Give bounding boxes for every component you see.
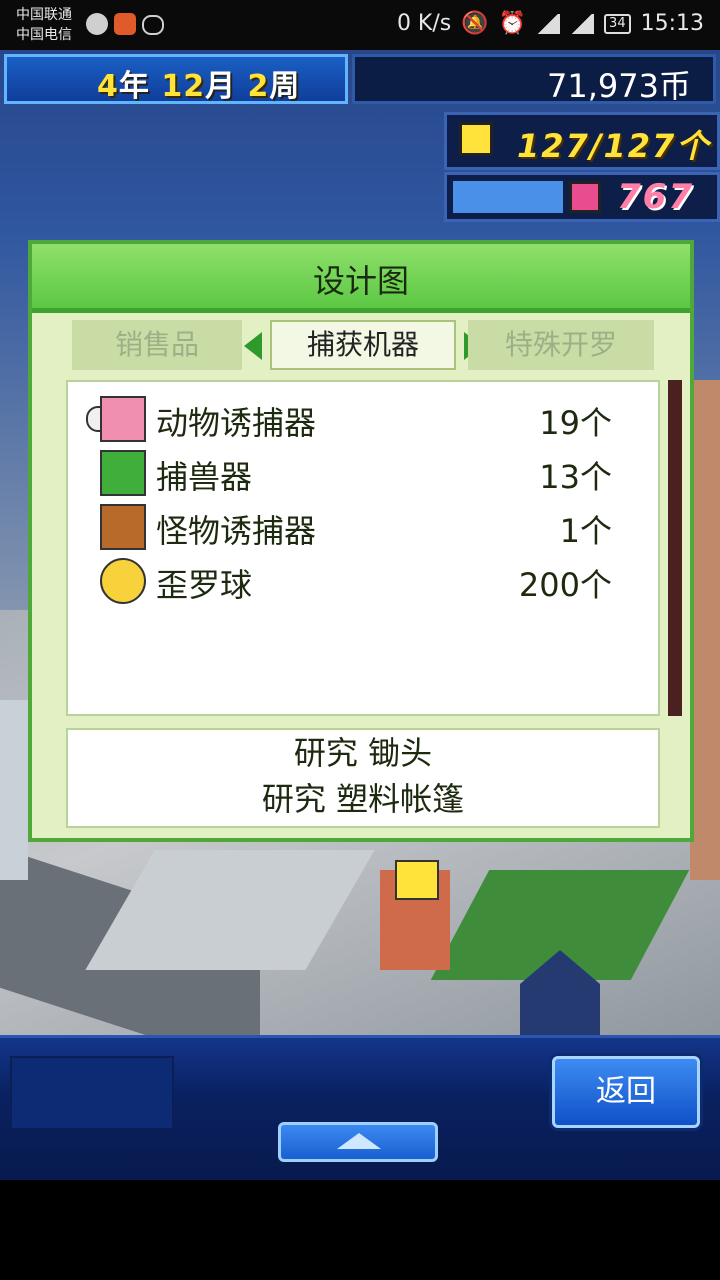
list-item[interactable]: 动物诱捕器 19个 xyxy=(86,394,656,446)
research-points-bar xyxy=(453,181,563,213)
tab-sales-items[interactable]: 销售品 xyxy=(72,320,242,370)
week-value: 2 xyxy=(247,69,270,104)
month-unit: 月 xyxy=(205,69,237,104)
carrier-info: 中国联通 中国电信 xyxy=(16,5,72,45)
status-bar: 中国联通 中国电信 0 K/s 🔕 ⏰ 34 15:13 xyxy=(0,0,720,50)
resident-icon xyxy=(459,122,493,156)
carrier-2: 中国电信 xyxy=(16,27,72,43)
tab-prev-arrow-icon[interactable] xyxy=(244,332,262,360)
research-info: 研究 锄头 研究 塑料帐篷 xyxy=(66,728,660,828)
net-speed: 0 K/s xyxy=(396,11,452,36)
green-cage-icon xyxy=(100,450,146,496)
month-value: 12 xyxy=(161,69,206,104)
money-display: 71,973币 xyxy=(352,54,716,105)
list-scrollbar[interactable] xyxy=(668,380,682,716)
bone-icon xyxy=(100,396,146,442)
status-right: 0 K/s 🔕 ⏰ 34 15:13 xyxy=(397,11,704,36)
app-notification-icon xyxy=(86,13,108,35)
info-panel xyxy=(10,1056,174,1130)
smiley-ball-icon xyxy=(100,558,146,604)
item-name: 动物诱捕器 xyxy=(156,404,317,442)
wechat-icon xyxy=(142,15,164,35)
clock: 15:13 xyxy=(640,11,704,36)
item-count: 19个 xyxy=(539,404,612,442)
item-list: 动物诱捕器 19个 捕兽器 13个 怪物诱捕器 1个 歪罗球 200个 xyxy=(66,380,660,716)
dialog-title: 设计图 xyxy=(312,262,409,300)
expand-menu-button[interactable] xyxy=(278,1122,438,1162)
signal-4g-icon xyxy=(570,13,595,34)
item-name: 捕兽器 xyxy=(156,458,253,496)
tab-capture-machines[interactable]: 捕获机器 xyxy=(270,320,456,370)
alarm-icon: ⏰ xyxy=(498,11,527,36)
video-app-icon xyxy=(114,13,136,35)
research-points-value: 767 xyxy=(617,177,694,217)
floppy-disk-icon xyxy=(569,181,601,213)
signal-icon xyxy=(536,13,561,34)
research-line: 研究 塑料帐篷 xyxy=(261,780,465,818)
list-item[interactable]: 捕兽器 13个 xyxy=(96,448,656,500)
navigation-bar xyxy=(0,1180,720,1280)
item-count: 13个 xyxy=(539,458,612,496)
list-item[interactable]: 怪物诱捕器 1个 xyxy=(96,502,656,554)
year-unit: 年 xyxy=(118,69,150,104)
list-item[interactable]: 歪罗球 200个 xyxy=(96,556,656,608)
battery-icon: 34 xyxy=(604,13,631,34)
item-name: 怪物诱捕器 xyxy=(156,512,317,550)
money-amount: 71,973币 xyxy=(547,67,691,105)
dialog-header: 设计图 xyxy=(32,244,690,313)
item-count: 200个 xyxy=(518,566,612,604)
up-arrow-icon xyxy=(337,1133,381,1149)
game-date: 4年 12月 2周 xyxy=(97,61,300,105)
research-points-display: 767 xyxy=(444,172,720,222)
population-count: 127/127个 xyxy=(517,127,711,165)
bottom-bar: 返回 xyxy=(0,1035,720,1183)
carrier-1: 中国联通 xyxy=(16,7,72,23)
item-name: 歪罗球 xyxy=(156,566,253,604)
blueprint-dialog: 设计图 销售品 捕获机器 特殊开罗 动物诱捕器 19个 捕兽器 13个 怪物诱捕… xyxy=(28,240,694,842)
meat-icon xyxy=(100,504,146,550)
tab-special-kairo[interactable]: 特殊开罗 xyxy=(468,320,654,370)
notification-icons xyxy=(86,13,164,35)
date-display: 4年 12月 2周 xyxy=(4,54,348,104)
back-button[interactable]: 返回 xyxy=(552,1056,700,1128)
research-line: 研究 锄头 xyxy=(293,734,433,772)
year-value: 4 xyxy=(97,69,119,104)
week-unit: 周 xyxy=(269,69,301,104)
item-count: 1个 xyxy=(559,512,612,550)
mute-icon: 🔕 xyxy=(461,11,489,36)
population-display: 127/127个 xyxy=(444,112,720,170)
